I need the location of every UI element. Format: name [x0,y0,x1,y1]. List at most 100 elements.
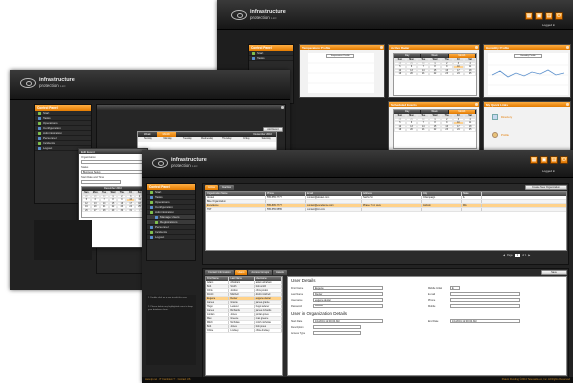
table-cell: Alcatel [206,196,266,199]
nav-item-tasks[interactable]: Tasks [249,56,293,61]
window-icon[interactable]: ▣ [535,12,543,20]
calendar-day[interactable]: 19 [394,128,406,132]
status-select[interactable]: Business Setup [81,170,145,174]
picker-year[interactable]: 2010 [116,187,122,190]
logout-icon [150,235,153,239]
temperature-chart-svg [308,62,374,84]
start-date-input[interactable] [81,180,121,184]
first-name-field[interactable]: First Name Eugene [291,286,383,290]
table-cell: Bob [206,325,230,328]
calendar-day[interactable]: 22 [429,128,441,132]
temperature-panel: Temperature Profile Temperature Profile [299,44,385,98]
access-type-field[interactable]: Access Type [291,331,361,335]
tab-contact-information[interactable]: Contact Information [205,270,234,275]
brand-sub: protection LLC [171,162,198,168]
add-event-button[interactable]: Add Event [263,127,283,132]
calendar-day[interactable]: 24 [452,72,465,76]
pager-prev-icon[interactable]: ◀ [503,254,505,257]
middle-initial-field[interactable]: Middle Initial E [428,286,498,290]
mobile-field[interactable]: Mobile [428,304,520,308]
table-cell: James [206,301,230,304]
email-field[interactable]: E-mail [428,292,520,296]
create-organization-button[interactable]: Create New Organization [525,185,567,190]
calendar-day[interactable]: 25 [464,72,476,76]
operations-icon [150,200,153,204]
calendar-day[interactable]: 28 [99,208,109,212]
window-icon[interactable]: ▤ [550,156,558,164]
calendar-day[interactable]: 22 [429,72,441,76]
table-cell [362,208,422,211]
window-icon[interactable]: ▤ [545,12,553,20]
incidents-icon [38,141,41,145]
tasks-icon [252,56,255,60]
start-date-field[interactable]: Start Date 1/1/2001 12:00:00 AM [291,319,383,323]
end-date-field[interactable]: End Date 1/1/2001 12:00:00 AM [428,319,520,323]
table-cell: eugene.dexter [255,297,282,300]
calendar-day[interactable]: 24 [452,128,465,132]
calendar-day[interactable]: 29 [108,208,118,212]
status-label: Status [81,166,89,169]
phone-field[interactable]: Phone [428,298,520,302]
calendar-day[interactable]: 23 [440,128,453,132]
window-icon[interactable]: ▣ [540,156,548,164]
footer-links[interactable]: www.ip.net · IT Cambium™ · Contact US [145,377,190,383]
description-field[interactable]: Description [291,325,361,329]
quick-link-profile[interactable]: Profile [492,132,509,138]
help-notes: 1. Double click on a row to edit this us… [146,295,196,365]
picker-month[interactable]: December [104,187,116,190]
tab-active[interactable]: Active [205,185,219,190]
brand-sub: protection LLC [39,82,66,88]
nav-item-logout[interactable]: Logout [147,235,195,240]
grid-icon[interactable]: ▦ [530,156,538,164]
table-cell [306,200,362,203]
table-cell: Eugene [206,297,230,300]
save-button[interactable]: Save [541,270,567,275]
table-cell: mitch.nicholas [255,321,282,324]
power-icon[interactable]: ⏻ [555,12,563,20]
calendar-day[interactable]: 19 [394,72,406,76]
password-field[interactable]: Password ******** [291,304,383,308]
table-cell [462,200,482,203]
pager-page-input[interactable]: 1 [514,254,521,257]
table-cell: Ashwin [422,204,462,207]
table-row[interactable]: TNT 555-555-5555 contact@tnt.com [206,208,566,212]
username-field[interactable]: Username eugene.dexter [291,298,383,302]
help-note-2: 2. Please delete any highlighted users t… [148,306,193,311]
calendar-day[interactable]: 31 [126,208,136,212]
tab-assets[interactable]: Assets [273,270,287,275]
calendar-day[interactable]: 23 [440,72,453,76]
front-window: infrastructure protection LLC ▦ ▣ ▤ ⏻ Lo… [142,150,573,383]
table-cell: TNT [206,208,266,211]
table-cell: Lederer [229,305,255,308]
table-cell: Chloe [206,329,230,332]
calendar-day[interactable]: 21 [417,72,430,76]
calendar-day-name: Friday [243,138,250,140]
pager-label: Page [506,254,513,257]
calendar-day-name: Tuesday [182,138,192,140]
calendar-day-name: Sunday [143,138,152,140]
quick-link-directory[interactable]: Directory [492,114,512,120]
last-name-field[interactable]: Last Name Dexter [291,292,383,296]
grid-icon[interactable]: ▦ [525,12,533,20]
help-note-1: 1. Double click on a row to edit this us… [148,297,188,299]
calendar-day[interactable]: 20 [405,128,418,132]
logo-mark-icon [231,10,247,20]
table-cell: Bob [206,285,230,288]
table-cell: Jordan [206,313,230,316]
org-tabs: Active Inactive [205,185,235,190]
table-cell: james.grante [255,301,282,304]
organization-select[interactable] [81,160,145,164]
table-row[interactable]: Chloe Lindsey chloe.lindsey [206,329,282,333]
pager-next-icon[interactable]: ▶ [528,254,530,257]
tab-inactive[interactable]: Inactive [219,185,235,190]
calendar-day[interactable]: 27 [90,208,100,212]
power-icon[interactable]: ⏻ [560,156,568,164]
tab-users[interactable]: Users [234,270,248,275]
calendar-day[interactable]: 26 [82,208,91,212]
calendar-day[interactable]: 25 [464,128,476,132]
organizations-panel: Active Inactive Create New Organization … [202,183,569,265]
tab-access-groups[interactable]: Access Groups [248,270,273,275]
calendar-day[interactable]: 20 [405,72,418,76]
calendar-day[interactable]: 30 [117,208,127,212]
calendar-day[interactable]: 21 [417,128,430,132]
